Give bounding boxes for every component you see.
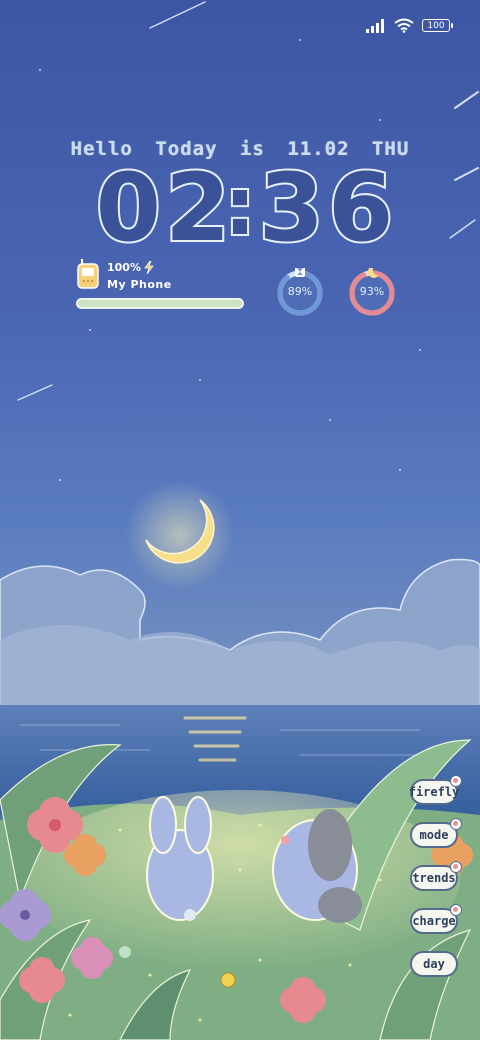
firefly-button[interactable]: firefly — [408, 775, 462, 805]
greeting-today: Today — [155, 138, 218, 160]
clock-separator: : — [224, 160, 256, 253]
hourglass-icon — [295, 266, 305, 277]
ring-label-hourglass: 89% — [287, 285, 313, 298]
mode-button-label: mode — [419, 828, 449, 842]
date-greeting: Hello Today is 11.02 THU — [0, 138, 480, 160]
button-badge-icon — [450, 861, 462, 873]
wifi-icon — [394, 18, 414, 33]
battery-progress-fill — [78, 300, 242, 307]
day-button[interactable]: day — [410, 951, 458, 977]
charge-button-label: charge — [412, 914, 456, 928]
greeting-date: 11.02 — [287, 138, 350, 160]
clock[interactable]: 02 : 36 — [0, 152, 480, 265]
day-button-label: day — [423, 957, 445, 971]
moon-ring-widget[interactable]: 93% — [347, 265, 397, 318]
trends-button[interactable]: trends — [410, 861, 462, 891]
lightning-bolt-icon — [144, 261, 154, 274]
button-badge-icon — [450, 818, 462, 830]
greeting-weekday: THU — [371, 138, 410, 160]
hourglass-ring-widget[interactable]: 89% — [275, 266, 325, 318]
trends-button-label: trends — [412, 871, 456, 885]
battery-progress-bar — [76, 298, 244, 309]
ring-label-moon: 93% — [359, 285, 385, 298]
clock-hours: 02 — [96, 158, 235, 258]
greeting-hello: Hello — [70, 138, 133, 160]
battery-indicator: 100 — [422, 19, 453, 32]
signal-bars-icon — [366, 18, 384, 33]
charge-button[interactable]: charge — [410, 904, 462, 934]
button-badge-icon — [450, 904, 462, 916]
phone-battery-widget[interactable]: 100% My Phone — [76, 258, 248, 316]
status-bar: 100 — [366, 18, 453, 33]
phone-device-name: My Phone — [107, 278, 172, 291]
greeting-is: is — [239, 138, 265, 160]
mode-button[interactable]: mode — [410, 818, 462, 848]
clock-minutes: 36 — [259, 158, 398, 258]
flip-phone-icon — [77, 259, 99, 289]
button-badge-icon — [450, 775, 462, 787]
firefly-button-label: firefly — [408, 785, 460, 799]
phone-battery-percent: 100% — [107, 261, 141, 274]
lock-screen: 100 Hello Today is 11.02 THU 02 : 36 100… — [0, 0, 480, 1040]
